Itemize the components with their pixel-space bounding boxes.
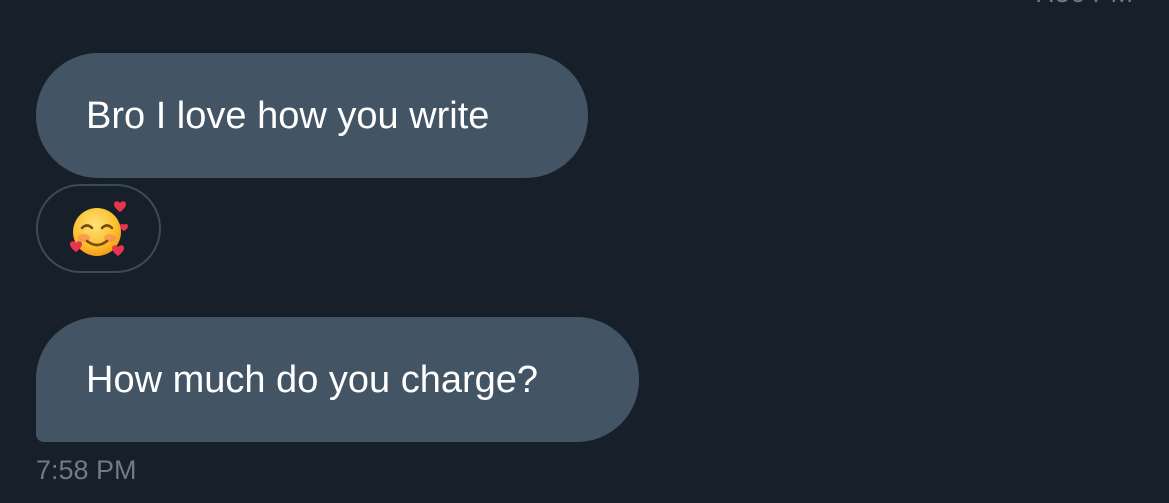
message-reaction[interactable] [36,184,161,273]
smiling-face-with-hearts-icon [70,201,128,256]
message-text: Bro I love how you write [86,94,490,137]
message-text: How much do you charge? [86,358,539,401]
message-bubble[interactable]: How much do you charge? [36,317,639,442]
message-timestamp: 7:58 PM [36,455,137,485]
message-bubble[interactable]: Bro I love how you write [36,53,588,178]
previous-message-timestamp: 7:56 PM [1032,0,1133,9]
